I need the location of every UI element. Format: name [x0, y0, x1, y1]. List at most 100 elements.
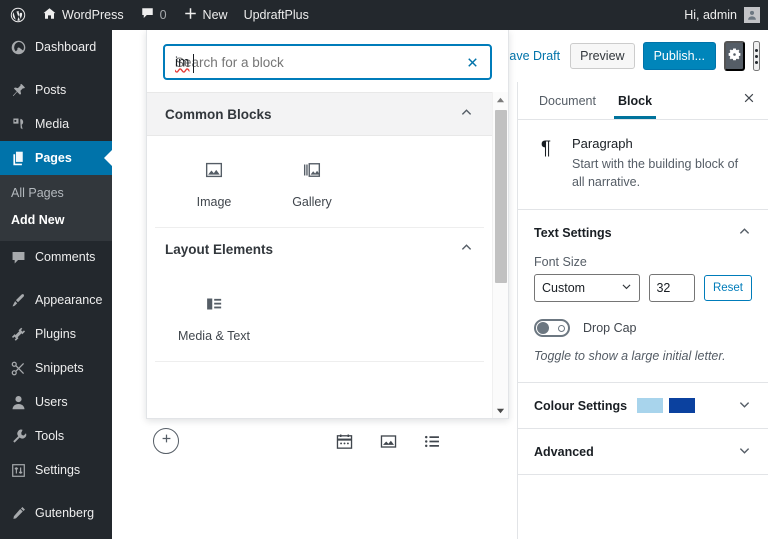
admin-bar-account-label: Hi, admin	[684, 8, 737, 22]
font-size-value: 32	[656, 281, 671, 296]
font-size-reset-button[interactable]: Reset	[703, 275, 752, 302]
image-icon[interactable]	[377, 430, 399, 452]
panel-advanced-header[interactable]: Advanced	[518, 429, 768, 474]
font-size-preset-value: Custom	[542, 281, 586, 296]
toggle-knob	[537, 322, 549, 335]
sidebar-item-posts[interactable]: Posts	[0, 73, 112, 107]
block-item-image[interactable]: Image	[165, 152, 263, 213]
panel-text-settings-header[interactable]: Text Settings	[518, 210, 768, 255]
settings-toggle-button[interactable]	[724, 41, 745, 71]
panel-title: Colour Settings	[534, 398, 628, 413]
gallery-block-icon	[300, 158, 324, 182]
colour-swatch-text[interactable]	[669, 398, 696, 414]
block-search-field[interactable]: im	[163, 44, 492, 80]
sidebar-item-label: Gutenberg	[35, 506, 95, 521]
block-item-label: Gallery	[292, 195, 332, 209]
admin-bar-item-wordpress[interactable]: WordPress	[34, 0, 132, 30]
admin-bar-item-new[interactable]: New	[175, 0, 236, 30]
sidebar-item-label: Plugins	[35, 327, 76, 342]
block-category-layout-elements-header[interactable]: Layout Elements	[147, 228, 492, 270]
admin-bar-item-comments[interactable]: 0	[132, 0, 175, 30]
close-x-icon	[742, 91, 756, 110]
settings-sliders-icon	[9, 462, 27, 480]
wordpress-logo-icon	[10, 7, 26, 23]
block-inserter-body: Common Blocks Image Gallery Layout Eleme…	[147, 92, 508, 418]
sidebar-item-settings[interactable]: Settings	[0, 454, 112, 488]
submenu-item-add-new[interactable]: Add New	[0, 207, 112, 234]
search-input[interactable]	[165, 46, 490, 78]
chevron-down-icon	[737, 443, 752, 461]
tab-document[interactable]: Document	[532, 83, 603, 118]
block-category-title: Common Blocks	[165, 106, 272, 122]
sidebar-item-label: Users	[35, 395, 68, 410]
sidebar-item-pages[interactable]: Pages	[0, 141, 112, 175]
sidebar-item-media[interactable]: Media	[0, 107, 112, 141]
more-options-button[interactable]	[753, 41, 760, 71]
sidebar-item-label: Appearance	[35, 293, 103, 308]
sidebar-item-collapse-menu[interactable]: Collapse menu	[0, 531, 112, 539]
sidebar-item-label: Snippets	[35, 361, 84, 376]
sidebar-item-appearance[interactable]: Appearance	[0, 284, 112, 318]
settings-tabs: Document Block	[518, 82, 768, 120]
sidebar-item-comments[interactable]: Comments	[0, 241, 112, 275]
image-block-icon	[202, 158, 226, 182]
comment-bubble-icon	[140, 6, 155, 24]
admin-bar-site-name: WordPress	[62, 8, 124, 22]
scrollbar-thumb[interactable]	[495, 110, 507, 284]
panel-text-settings: Text Settings Font Size Custom 32 Reset …	[518, 210, 768, 383]
comment-bubble-icon	[9, 249, 27, 267]
sidebar-item-gutenberg[interactable]: Gutenberg	[0, 497, 112, 531]
calendar-icon[interactable]	[333, 430, 355, 452]
panel-title: Advanced	[534, 444, 594, 459]
sidebar-item-tools[interactable]: Tools	[0, 420, 112, 454]
admin-bar-item-updraftplus[interactable]: UpdraftPlus	[236, 0, 317, 30]
wordpress-gutenberg-editor: WordPress 0 New UpdraftPlus Hi, admin Da…	[0, 0, 768, 539]
font-size-label: Font Size	[534, 255, 587, 270]
close-sidebar-button[interactable]	[742, 91, 756, 110]
sidebar-item-label: Posts	[35, 82, 67, 97]
chevron-up-icon	[737, 224, 752, 242]
drop-cap-toggle[interactable]	[534, 319, 570, 338]
wordpress-logo-button[interactable]	[0, 0, 34, 30]
sidebar-item-users[interactable]: Users	[0, 386, 112, 420]
more-vertical-icon	[755, 48, 758, 64]
chevron-down-icon	[737, 397, 752, 415]
block-list-scrollbar[interactable]	[492, 92, 508, 418]
pencil-icon	[9, 505, 27, 523]
sidebar-item-dashboard[interactable]: Dashboard	[0, 30, 112, 64]
block-category-common-blocks-header[interactable]: Common Blocks	[147, 92, 492, 136]
sidebar-item-snippets[interactable]: Snippets	[0, 352, 112, 386]
plus-icon	[183, 6, 198, 24]
scrollbar-track[interactable]	[493, 108, 508, 402]
settings-sidebar: Document Block ¶ Paragraph Start with th…	[517, 82, 768, 539]
scroll-up-arrow-icon[interactable]	[496, 92, 505, 108]
clear-search-button[interactable]	[462, 52, 482, 72]
admin-bar-new-label: New	[202, 8, 228, 22]
block-grid-layout-elements: Media & Text	[155, 270, 484, 362]
panel-title: Text Settings	[534, 226, 612, 241]
block-item-gallery[interactable]: Gallery	[263, 152, 361, 213]
paintbrush-icon	[9, 292, 27, 310]
list-view-icon[interactable]	[421, 430, 443, 452]
font-size-input[interactable]: 32	[649, 274, 695, 303]
sidebar-item-label: Tools	[35, 429, 65, 444]
font-size-preset-select[interactable]: Custom	[534, 274, 641, 303]
media-icon	[9, 115, 27, 133]
panel-colour-settings-header[interactable]: Colour Settings	[518, 383, 768, 428]
sidebar-item-label: Settings	[35, 463, 81, 478]
sidebar-item-label: Comments	[35, 250, 96, 265]
admin-bar-account[interactable]: Hi, admin	[684, 7, 768, 23]
block-card-title: Paragraph	[572, 136, 633, 151]
block-item-media-and-text[interactable]: Media & Text	[165, 286, 263, 347]
gear-icon	[726, 46, 743, 66]
sidebar-item-plugins[interactable]: Plugins	[0, 318, 112, 352]
colour-swatch-background[interactable]	[637, 398, 664, 414]
publish-button[interactable]: Publish...	[642, 42, 716, 70]
scroll-down-arrow-icon[interactable]	[496, 402, 505, 418]
add-block-button[interactable]	[153, 428, 179, 454]
submenu-item-all-pages[interactable]: All Pages	[0, 180, 112, 207]
user-avatar-icon	[744, 7, 760, 23]
panel-text-settings-body: Font Size Custom 32 Reset Drop Cap Toggl…	[518, 255, 768, 382]
preview-button[interactable]: Preview	[570, 43, 635, 69]
tab-block[interactable]: Block	[611, 83, 659, 119]
